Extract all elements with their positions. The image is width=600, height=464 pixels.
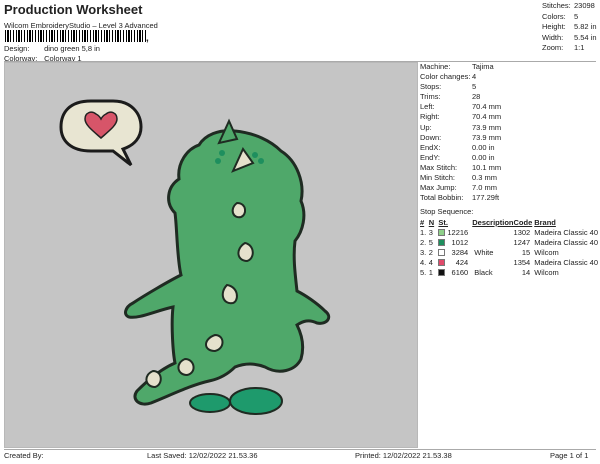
stop-index: 5. (420, 267, 427, 277)
needle-number: 3 (428, 227, 433, 237)
thread-brand: Wilcom (534, 247, 559, 257)
summary-row: Stitches: 23098 (542, 1, 595, 10)
stitch-count: 12216 (447, 227, 469, 237)
needle-number: 2 (428, 247, 433, 257)
summary-block: Stitches: 23098 Colors: 5 Height: 5.82 in W… (542, 1, 597, 54)
stop-index: 1. (420, 227, 427, 237)
footer-divider (4, 449, 596, 450)
color-description (472, 227, 513, 237)
info-row: Total Bobbin: 177.29ft (420, 193, 500, 203)
thread-brand: Madeira Classic 40 (534, 227, 598, 237)
stop-index: 4. (420, 257, 427, 267)
thread-brand: Wilcom (534, 267, 559, 277)
stop-index: 3. (420, 247, 427, 257)
thread-brand: Madeira Classic 40 (534, 237, 598, 247)
dino-design-image (59, 99, 331, 415)
software-subtitle: Wilcom EmbroideryStudio – Level 3 Advanc… (4, 21, 158, 30)
stop-row: 1. 3 12216 1302 Madeira Classic 40 (420, 227, 598, 237)
needle-number: 5 (428, 237, 433, 247)
info-row: EndX: 0.00 in (420, 142, 495, 152)
stitch-count: 424 (455, 257, 469, 267)
thread-code: 1354 (513, 257, 531, 267)
info-row: Left: 70.4 mm (420, 102, 502, 112)
stitch-count: 6160 (451, 267, 469, 277)
info-row: Right: 70.4 mm (420, 112, 502, 122)
needle-number: 4 (428, 257, 433, 267)
color-swatch (438, 227, 447, 237)
swatch-square (438, 229, 446, 237)
thread-code: 1302 (513, 227, 531, 237)
barcode (5, 30, 146, 42)
stop-index: 2. (420, 237, 427, 247)
thread-code: 1247 (513, 237, 531, 247)
color-swatch (438, 257, 447, 267)
design-row: Design: dino green 5,8 in (4, 44, 100, 53)
color-swatch (438, 247, 447, 257)
summary-row: Height: 5.82 in (542, 22, 597, 31)
info-row: Color changes: 4 (420, 72, 477, 82)
info-row: EndY: 0.00 in (420, 152, 495, 162)
info-row: Stops: 5 (420, 82, 477, 92)
design-preview-canvas (4, 62, 418, 448)
stop-row: 2. 5 1012 1247 Madeira Classic 40 (420, 237, 598, 247)
page-number: Page 1 of 1 (550, 451, 589, 460)
color-swatch (438, 237, 447, 247)
stop-row: 5. 1 6160 Black 14 Wilcom (420, 267, 598, 277)
color-description: White (474, 247, 494, 257)
last-saved: Last Saved: 12/02/2022 21.53.36 (147, 451, 258, 460)
needle-number: 1 (428, 267, 433, 277)
machine-info-panel: Machine: Tajima Color changes: 4 Stops: 5 T… (420, 62, 598, 277)
info-row: Trims: 28 (420, 92, 481, 102)
info-row: Max Stitch: 10.1 mm (420, 162, 502, 172)
info-row: Machine: Tajima (420, 62, 494, 71)
stop-sequence-table: # N St. Description Code Brand 1. 3 12216 1… (420, 217, 598, 277)
swatch-square (438, 259, 446, 267)
summary-row: Zoom: 1:1 (542, 43, 585, 52)
stop-sequence-title: Stop Sequence: (420, 207, 474, 217)
color-description (472, 237, 513, 247)
swatch-square (438, 269, 446, 277)
page-title: Production Worksheet (4, 2, 143, 17)
swatch-square (438, 239, 446, 247)
speech-bubble-icon (59, 99, 143, 167)
swatch-square (438, 249, 446, 257)
barcode-tail: , (146, 33, 149, 44)
dinosaur-figure (124, 118, 331, 415)
summary-row: Width: 5.54 in (542, 32, 597, 42)
color-description: Black (474, 267, 493, 277)
printed-date: Printed: 12/02/2022 21.53.38 (355, 451, 452, 460)
stop-row: 3. 2 3284 White 15 Wilcom (420, 247, 598, 257)
stitch-count: 1012 (451, 237, 469, 247)
info-row: Up: 73.9 mm (420, 122, 502, 132)
info-row: Min Stitch: 0.3 mm (420, 173, 498, 183)
created-by: Created By: (4, 451, 44, 460)
summary-row: Colors: 5 (542, 11, 579, 21)
stitch-count: 3284 (451, 247, 469, 257)
info-row: Down: 73.9 mm (420, 132, 502, 142)
thread-code: 14 (521, 267, 531, 277)
design-value: dino green 5,8 in (44, 44, 100, 53)
thread-code: 15 (521, 247, 531, 257)
thread-brand: Madeira Classic 40 (534, 257, 598, 267)
stop-row: 4. 4 424 1354 Madeira Classic 40 (420, 257, 598, 267)
color-description (472, 257, 513, 267)
info-row: Max Jump: 7.0 mm (420, 183, 498, 193)
color-swatch (438, 267, 447, 277)
design-label: Design: (4, 44, 30, 53)
